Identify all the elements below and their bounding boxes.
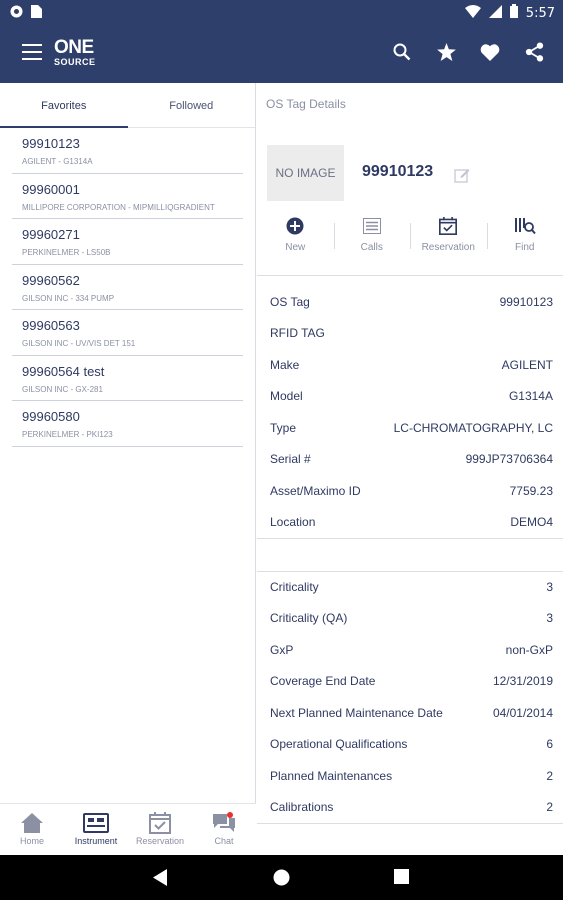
detail-row[interactable]: Operational Qualifications 6 (257, 729, 563, 761)
detail-row: OS Tag 99910123 (270, 294, 553, 309)
edit-icon[interactable] (454, 167, 470, 188)
list-item[interactable]: 99960562 GILSON INC - 334 PUMP (12, 265, 243, 310)
reservation-button[interactable]: Reservation (410, 215, 487, 265)
list-tabs: Favorites Followed (0, 83, 255, 128)
divider (257, 823, 563, 824)
detail-row: Next Planned Maintenance Date 04/01/2014 (270, 705, 553, 720)
add-circle-icon (257, 215, 334, 237)
home-icon (0, 810, 64, 836)
detail-row: Make AGILENT (270, 357, 553, 372)
nav-instrument-label: Instrument (74, 836, 118, 846)
back-icon[interactable] (153, 869, 169, 891)
circle-notification-icon (10, 5, 23, 23)
nav-chat-label: Chat (214, 836, 234, 846)
signal-icon (488, 4, 502, 22)
nav-instrument[interactable]: Instrument (64, 804, 128, 855)
nav-chat[interactable]: Chat (192, 804, 256, 855)
new-button[interactable]: New (257, 215, 334, 265)
detail-row[interactable]: Calibrations 2 (257, 792, 563, 824)
list-icon (334, 215, 411, 237)
chat-icon (192, 810, 256, 836)
favorites-list: 99910123 AGILENT - G1314A 99960001 MILLIPO… (0, 128, 255, 447)
nav-reservation-label: Reservation (135, 836, 185, 846)
calls-label: Calls (360, 242, 383, 253)
find-label: Find (515, 242, 535, 253)
clock: 5:57 (525, 5, 555, 21)
instrument-icon (64, 810, 128, 836)
detail-row: Criticality (QA) 3 (270, 611, 553, 626)
search-icon[interactable] (391, 40, 413, 64)
detail-row[interactable]: Planned Maintenances 2 (257, 760, 563, 792)
list-item[interactable]: 99960564 test GILSON INC - GX-281 (12, 356, 243, 401)
battery-icon (509, 4, 518, 22)
bottom-nav: Home Instrument Reservation Chat (0, 803, 256, 855)
details-pane: OS Tag Details NO IMAGE 99910123 New Cal… (257, 83, 563, 855)
tab-followed[interactable]: Followed (128, 83, 256, 127)
asset-info-section: OS Tag 99910123 RFID TAG Make AGILENT Mode… (257, 286, 563, 538)
list-item[interactable]: 99960271 PERKINELMER - LS50B (12, 219, 243, 265)
detail-row: GxP non-GxP (270, 642, 553, 657)
detail-row: Asset/Maximo ID 7759.23 (270, 483, 553, 498)
system-nav-bar (0, 855, 563, 900)
detail-row: Model G1314A (270, 389, 553, 404)
detail-row: Type LC-CHROMATOGRAPHY, LC (270, 420, 553, 435)
maintenance-section: Criticality 3 Criticality (QA) 3 GxP non-Gx… (257, 571, 563, 823)
detail-row: Serial #999JP73706364 (270, 452, 553, 467)
detail-row: RFID TAG (270, 326, 325, 341)
nav-home-label: Home (19, 836, 44, 846)
notification-badge (227, 812, 233, 818)
find-icon (487, 215, 563, 237)
new-label: New (285, 242, 306, 253)
status-bar: 5:57 (0, 0, 563, 24)
tag-number: 99910123 (362, 163, 434, 180)
heart-icon[interactable] (479, 40, 501, 64)
no-image-placeholder: NO IMAGE (267, 145, 344, 201)
reservation-label: Reservation (421, 242, 475, 253)
home-button-icon[interactable] (273, 869, 290, 891)
share-icon[interactable] (523, 40, 545, 64)
star-icon[interactable] (435, 40, 457, 64)
calendar-check-icon (410, 215, 487, 237)
wifi-icon (464, 4, 481, 22)
nav-reservation[interactable]: Reservation (128, 804, 192, 855)
details-title: OS Tag Details (266, 97, 346, 111)
detail-row: Criticality 3 (270, 579, 553, 594)
sim-card-icon (31, 5, 42, 23)
list-item[interactable]: 99910123 AGILENT - G1314A (12, 128, 243, 174)
list-item[interactable]: 99960563 GILSON INC - UV/VIS DET 151 (12, 310, 243, 356)
detail-actions: New Calls Reservation Find (257, 215, 563, 265)
find-button[interactable]: Find (486, 215, 563, 265)
divider (257, 538, 563, 539)
divider (257, 275, 563, 276)
detail-row: Coverage End Date 12/31/2019 (270, 674, 553, 689)
calendar-check-icon (128, 810, 192, 836)
app-logo: ONE SOURCE (54, 37, 96, 67)
list-item[interactable]: 99960001 MILLIPORE CORPORATION - MIPMILLI… (12, 174, 243, 219)
tab-favorites[interactable]: Favorites (0, 83, 128, 128)
favorites-pane: Favorites Followed 99910123 AGILENT - G13… (0, 83, 256, 855)
menu-icon[interactable] (22, 44, 42, 60)
app-bar: ONE SOURCE (0, 24, 563, 83)
list-item[interactable]: 99960580 PERKINELMER - PKI123 (12, 401, 243, 447)
calls-button[interactable]: Calls (333, 215, 411, 265)
detail-row: Location DEMO4 (270, 515, 553, 530)
recents-icon[interactable] (394, 869, 409, 889)
nav-home[interactable]: Home (0, 804, 64, 855)
